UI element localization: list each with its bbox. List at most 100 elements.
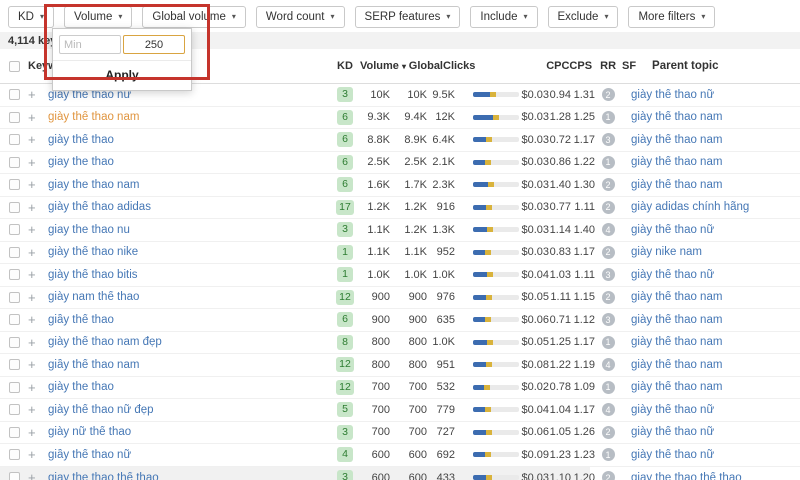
apply-button[interactable]: Apply	[53, 60, 191, 90]
parent-topic-link[interactable]: giày thể thao nữ	[631, 449, 714, 461]
filter-button-word-count[interactable]: Word count ▾	[255, 6, 345, 28]
keyword-link[interactable]: giày nữ thể thao	[48, 426, 131, 438]
parent-topic-link[interactable]: giày thể thao nam	[631, 111, 722, 123]
filter-button-global-volume[interactable]: Global volume ▾	[142, 6, 246, 28]
add-to-list-icon[interactable]: +	[28, 357, 48, 372]
sf-badge[interactable]: 3	[601, 268, 615, 282]
row-checkbox[interactable]	[9, 381, 20, 393]
sf-badge[interactable]: 2	[601, 178, 615, 192]
filter-button-kd[interactable]: KD ▾	[8, 6, 54, 28]
add-to-list-icon[interactable]: +	[28, 447, 48, 462]
keyword-link[interactable]: giày thể thao adidas	[48, 201, 151, 213]
row-checkbox[interactable]	[9, 426, 20, 438]
keyword-link[interactable]: giày thể thao nam	[48, 111, 139, 123]
add-to-list-icon[interactable]: +	[28, 290, 48, 305]
sf-badge[interactable]: 3	[601, 133, 615, 147]
keyword-link[interactable]: giày thể thao nam đẹp	[48, 336, 162, 348]
row-checkbox[interactable]	[9, 404, 20, 416]
parent-topic-link[interactable]: giày thể thao nam	[631, 336, 722, 348]
filter-button-volume[interactable]: Volume ▾	[64, 6, 133, 28]
parent-topic-link[interactable]: giày thể thao nam	[631, 314, 722, 326]
row-checkbox[interactable]	[9, 291, 20, 303]
parent-topic-link[interactable]: giày thể thao nữ	[631, 404, 714, 416]
sf-badge[interactable]: 2	[601, 200, 615, 214]
volume-value-input[interactable]	[123, 35, 185, 54]
add-to-list-icon[interactable]: +	[28, 177, 48, 192]
sf-badge[interactable]: 2	[601, 88, 615, 102]
parent-topic-link[interactable]: giày thể thao nam	[631, 156, 722, 168]
row-checkbox[interactable]	[9, 201, 20, 213]
add-to-list-icon[interactable]: +	[28, 110, 48, 125]
add-to-list-icon[interactable]: +	[28, 87, 48, 102]
add-to-list-icon[interactable]: +	[28, 267, 48, 282]
keyword-link[interactable]: giay the thao nam	[48, 179, 139, 191]
parent-topic-link[interactable]: giày thể thao nữ	[631, 224, 714, 236]
keyword-link[interactable]: giay the thao nu	[48, 224, 130, 236]
add-to-list-icon[interactable]: +	[28, 155, 48, 170]
row-checkbox[interactable]	[9, 359, 20, 371]
parent-topic-link[interactable]: giày adidas chính hãng	[631, 201, 749, 213]
sf-badge[interactable]: 1	[601, 155, 615, 169]
sf-badge[interactable]: 2	[601, 245, 615, 259]
parent-topic-link[interactable]: giày thể thao nữ	[631, 426, 714, 438]
parent-topic-link[interactable]: giày thể thao nam	[631, 134, 722, 146]
row-checkbox[interactable]	[9, 134, 20, 146]
row-checkbox[interactable]	[9, 224, 20, 236]
parent-topic-link[interactable]: giày thể thao nam	[631, 359, 722, 371]
row-checkbox[interactable]	[9, 89, 20, 101]
sf-badge[interactable]: 4	[601, 403, 615, 417]
sf-badge[interactable]: 1	[601, 335, 615, 349]
header-volume[interactable]: Volume ▾	[360, 60, 406, 72]
keyword-link[interactable]: giày thể thao bitis	[48, 269, 138, 281]
sf-badge[interactable]: 3	[601, 313, 615, 327]
keyword-link[interactable]: giày thể thao	[48, 134, 114, 146]
row-checkbox[interactable]	[9, 269, 20, 281]
filter-button-more-filters[interactable]: More filters ▾	[628, 6, 716, 28]
sf-badge[interactable]: 4	[601, 358, 615, 372]
filter-button-include[interactable]: Include ▾	[470, 6, 538, 28]
keyword-link[interactable]: giày thể thao nike	[48, 246, 138, 258]
add-to-list-icon[interactable]: +	[28, 200, 48, 215]
keyword-link[interactable]: giầy thể thao nữ	[48, 449, 131, 461]
add-to-list-icon[interactable]: +	[28, 335, 48, 350]
sf-badge[interactable]: 4	[601, 223, 615, 237]
parent-topic-link[interactable]: giày thể thao nữ	[631, 269, 714, 281]
row-checkbox[interactable]	[9, 336, 20, 348]
add-to-list-icon[interactable]: +	[28, 425, 48, 440]
add-to-list-icon[interactable]: +	[28, 470, 48, 480]
add-to-list-icon[interactable]: +	[28, 132, 48, 147]
keyword-link[interactable]: giay the thao	[48, 156, 114, 168]
keyword-link[interactable]: giày the thao	[48, 381, 114, 393]
filter-button-serp-features[interactable]: SERP features ▾	[354, 6, 461, 28]
keyword-link[interactable]: giầy thể thao nam	[48, 359, 139, 371]
sf-badge[interactable]: 2	[601, 290, 615, 304]
add-to-list-icon[interactable]: +	[28, 402, 48, 417]
add-to-list-icon[interactable]: +	[28, 245, 48, 260]
add-to-list-icon[interactable]: +	[28, 380, 48, 395]
keyword-link[interactable]: giày nam thể thao	[48, 291, 139, 303]
parent-topic-link[interactable]: giày thể thao nữ	[631, 89, 714, 101]
keyword-link[interactable]: giay the thao thể thao	[48, 472, 159, 480]
sf-badge[interactable]: 2	[601, 471, 615, 480]
parent-topic-link[interactable]: giày thể thao nam	[631, 381, 722, 393]
row-checkbox[interactable]	[9, 156, 20, 168]
sf-badge[interactable]: 1	[601, 110, 615, 124]
row-checkbox[interactable]	[9, 111, 20, 123]
select-all-checkbox[interactable]	[9, 60, 20, 72]
row-checkbox[interactable]	[9, 246, 20, 258]
sf-badge[interactable]: 1	[601, 448, 615, 462]
parent-topic-link[interactable]: giày thể thao nam	[631, 291, 722, 303]
row-checkbox[interactable]	[9, 314, 20, 326]
volume-min-input[interactable]	[59, 35, 121, 54]
row-checkbox[interactable]	[9, 472, 20, 480]
add-to-list-icon[interactable]: +	[28, 312, 48, 327]
filter-button-exclude[interactable]: Exclude ▾	[547, 6, 619, 28]
keyword-link[interactable]: giầy thể thao	[48, 314, 114, 326]
sf-badge[interactable]: 2	[601, 425, 615, 439]
parent-topic-link[interactable]: giày thể thao nam	[631, 179, 722, 191]
keyword-link[interactable]: giày thể thao nữ đẹp	[48, 404, 154, 416]
row-checkbox[interactable]	[9, 449, 20, 461]
parent-topic-link[interactable]: giày nike nam	[631, 246, 702, 258]
sf-badge[interactable]: 1	[601, 380, 615, 394]
row-checkbox[interactable]	[9, 179, 20, 191]
